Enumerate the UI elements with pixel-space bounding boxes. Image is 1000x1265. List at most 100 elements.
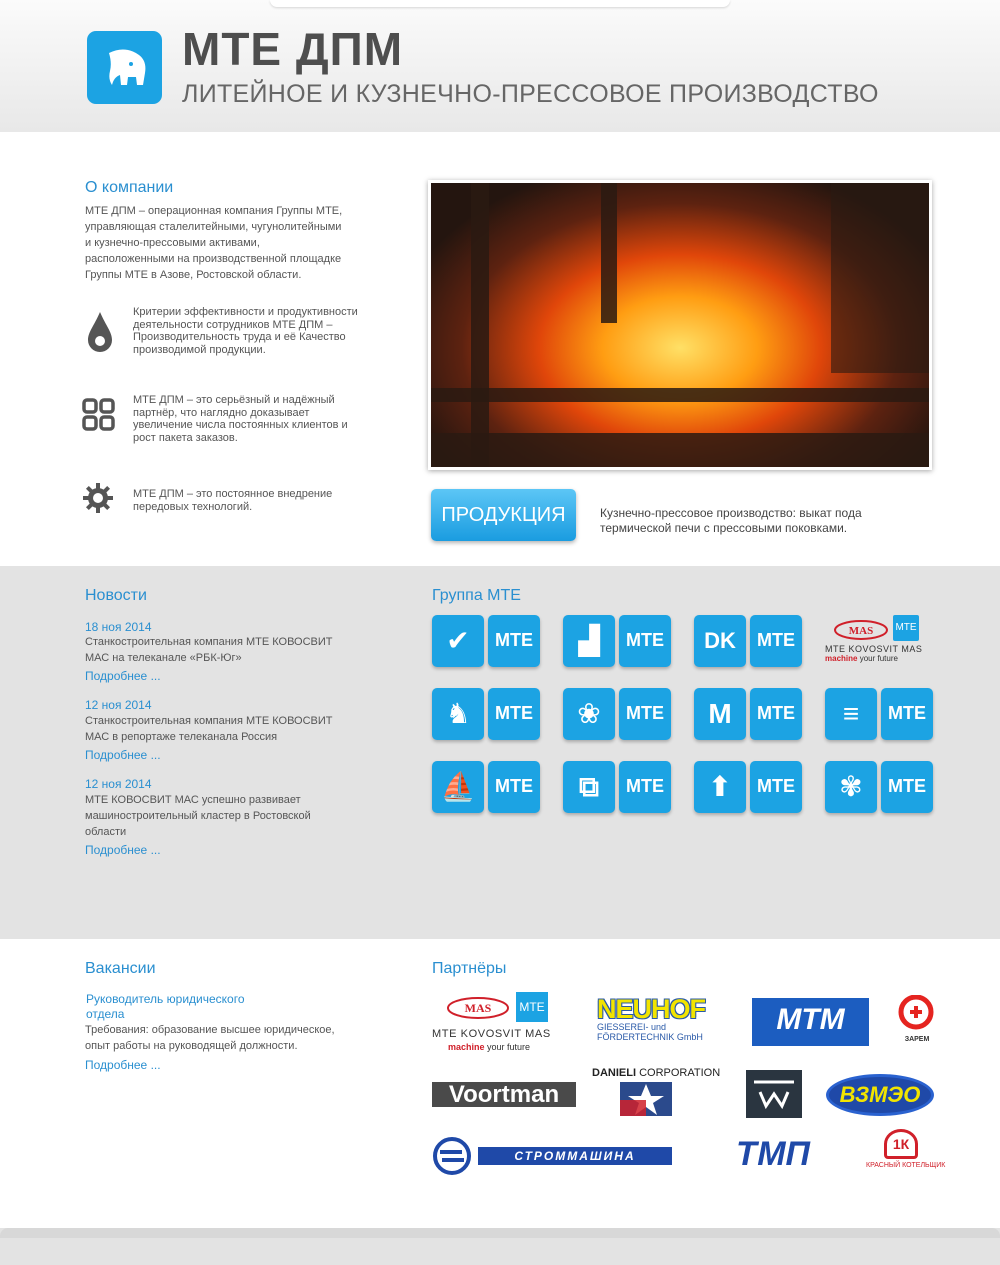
feature-text-1: Критерии эффективности и продуктивности … <box>133 306 358 356</box>
news-heading: Новости <box>85 587 147 604</box>
news-date[interactable]: 12 ноя 2014 <box>85 777 152 791</box>
svg-text:MAS: MAS <box>465 1001 492 1015</box>
group-tile-elephant[interactable]: ♞ МТЕ <box>432 688 540 740</box>
partner-zarem[interactable]: ЗАРЕМ <box>896 994 938 1045</box>
news-date[interactable]: 12 ноя 2014 <box>85 698 152 712</box>
news-more-link[interactable]: Подробнее ... <box>85 748 161 762</box>
sail-icon: ⛵ <box>440 771 476 802</box>
drop-icon <box>84 310 120 352</box>
partner-kotelshik[interactable]: 1К КРАСНЫЙ КОТЕЛЬЩИК <box>866 1129 945 1177</box>
mte-label: МТЕ <box>619 761 671 813</box>
news-more-link[interactable]: Подробнее ... <box>85 669 161 683</box>
kovosvit-tagline: machine your future <box>448 1042 530 1052</box>
news-text: Станкостроительная компания МТЕ КОВОСВИТ… <box>85 636 333 664</box>
strommashina-name: СТРОММАШИНА <box>478 1147 672 1165</box>
top-bar <box>270 0 730 7</box>
group-tile-circles[interactable]: ❀ МТЕ <box>563 688 671 740</box>
arrow-up-icon: ⬆ <box>708 771 732 802</box>
dk-icon: DK <box>704 628 736 653</box>
vacancy-title-link[interactable]: Руководитель юридического отдела <box>86 992 271 1022</box>
partner-kovosvit[interactable]: MAS МТЕ MTE KOVOSVIT MAS machine your fu… <box>432 992 567 1058</box>
photo-caption: Кузнечно-прессовое производство: выкат п… <box>600 506 862 535</box>
news-date[interactable]: 18 ноя 2014 <box>85 620 152 634</box>
mte-label: МТЕ <box>881 688 933 740</box>
vzmeo-logo: ВЗМЭО <box>839 1082 921 1107</box>
sd-icon: ≡ <box>842 698 860 729</box>
partner-danieli[interactable]: DANIELI CORPORATION <box>592 1067 722 1121</box>
danieli-name1: DANIELI <box>592 1067 636 1079</box>
elephant-logo-icon[interactable] <box>87 31 162 104</box>
about-heading: О компании <box>85 179 174 196</box>
group-tile-sd[interactable]: ≡ МТЕ <box>825 688 933 740</box>
group-tile-sail[interactable]: ⛵ МТЕ <box>432 761 540 813</box>
footer-bar <box>0 1228 1000 1238</box>
news-group-section: Новости 18 ноя 2014 Станкостроительная к… <box>0 566 1000 939</box>
group-tile-check[interactable]: ✔ МТЕ <box>432 615 540 667</box>
mte-label: МТЕ <box>619 688 671 740</box>
group-tile-stairs[interactable]: ▟ МТЕ <box>563 615 671 667</box>
tagline-future: your future <box>859 654 898 663</box>
kovosvit-name: MTE KOVOSVIT MAS <box>432 1028 551 1040</box>
svg-text:MAS: MAS <box>849 625 873 637</box>
group-tile-squares[interactable]: ⧉ МТЕ <box>563 761 671 813</box>
mtm-logo: MTM <box>776 1003 845 1036</box>
kovosvit-name: MTE KOVOSVIT MAS <box>825 644 923 654</box>
danieli-name: DANIELI CORPORATION <box>592 1067 722 1079</box>
kovosvit-tile[interactable]: MAS МТЕ MTE KOVOSVIT MAS machine your fu… <box>825 615 935 667</box>
squares-icon: ⧉ <box>579 771 599 802</box>
mte-label: МТЕ <box>750 688 802 740</box>
vacancy-more-link[interactable]: Подробнее ... <box>85 1058 161 1072</box>
vacancies-heading: Вакансии <box>85 960 156 977</box>
danieli-name2: CORPORATION <box>639 1067 721 1079</box>
group-tile-arrow[interactable]: ⬆ МТЕ <box>694 761 802 813</box>
news-text: МТЕ КОВОСВИТ МАС успешно развивает машин… <box>85 794 311 838</box>
zarem-logo-icon <box>898 994 934 1030</box>
mas-logo-icon: MAS <box>447 997 509 1019</box>
mte-label: МТЕ <box>488 688 540 740</box>
site-title: МТЕ ДПМ <box>182 23 404 75</box>
news-more-link[interactable]: Подробнее ... <box>85 843 161 857</box>
partner-voortman[interactable]: Voortman <box>432 1082 576 1107</box>
danieli-star-icon <box>620 1082 672 1116</box>
group-heading: Группа МТЕ <box>432 587 521 604</box>
forging-photo <box>428 180 932 470</box>
group-tile-dk[interactable]: DK МТЕ <box>694 615 802 667</box>
mte-label: МТЕ <box>750 761 802 813</box>
group-tile-butterfly[interactable]: ✾ МТЕ <box>825 761 933 813</box>
partner-vzmeo[interactable]: ВЗМЭО <box>826 1074 934 1116</box>
vacancies-partners-section: Вакансии Руководитель юридического отдел… <box>0 939 1000 1228</box>
partner-strommashina[interactable]: СТРОММАШИНА <box>432 1136 672 1176</box>
mte-label: МТЕ <box>893 615 919 641</box>
stairs-icon: ▟ <box>578 625 600 656</box>
mte-label: МТЕ <box>619 615 671 667</box>
strommashina-logo-icon <box>433 1137 471 1175</box>
vacancy-text: Требования: образование высшее юридическ… <box>85 1024 335 1052</box>
partners-heading: Партнёры <box>432 960 507 977</box>
partner-neuhof[interactable]: NEUHOF GIESSEREI- und FÖRDERTECHNIK GmbH <box>597 996 719 1046</box>
kovosvit-tagline: machine your future <box>825 654 898 663</box>
neuhof-line2: FÖRDERTECHNIK GmbH <box>597 1032 703 1042</box>
mte-label: МТЕ <box>516 992 548 1022</box>
feature-text-3: МТЕ ДПМ – это постоянное внедрение перед… <box>133 488 333 513</box>
footer <box>0 1228 1000 1265</box>
elephant-icon: ♞ <box>445 698 471 729</box>
tagline-machine: machine <box>448 1042 485 1052</box>
partner-tmp[interactable]: ТМП <box>713 1137 833 1171</box>
about-section: О компании МТЕ ДПМ – операционная компан… <box>0 132 1000 566</box>
partner-kmz-logo-icon[interactable] <box>746 1070 802 1118</box>
site-subtitle: ЛИТЕЙНОЕ И КУЗНЕЧНО-ПРЕССОВОЕ ПРОИЗВОДСТ… <box>182 80 879 108</box>
tagline-future: your future <box>487 1042 531 1052</box>
partner-mtm[interactable]: MTM <box>752 998 869 1046</box>
tagline-machine: machine <box>825 654 858 663</box>
check-icon: ✔ <box>446 625 470 656</box>
butterfly-icon: ✾ <box>839 771 863 802</box>
gear-icon <box>82 482 118 522</box>
mte-label: МТЕ <box>488 761 540 813</box>
feature-text-2: МТЕ ДПМ – это серьёзный и надёжный партн… <box>133 394 348 444</box>
kotelshik-logo-icon: 1К <box>884 1129 918 1159</box>
about-text: МТЕ ДПМ – операционная компания Группы М… <box>85 205 343 281</box>
products-button[interactable]: ПРОДУКЦИЯ <box>431 489 576 541</box>
news-text: Станкостроительная компания МТЕ КОВОСВИТ… <box>85 715 333 743</box>
group-tile-m[interactable]: M МТЕ <box>694 688 802 740</box>
mte-label: МТЕ <box>881 761 933 813</box>
